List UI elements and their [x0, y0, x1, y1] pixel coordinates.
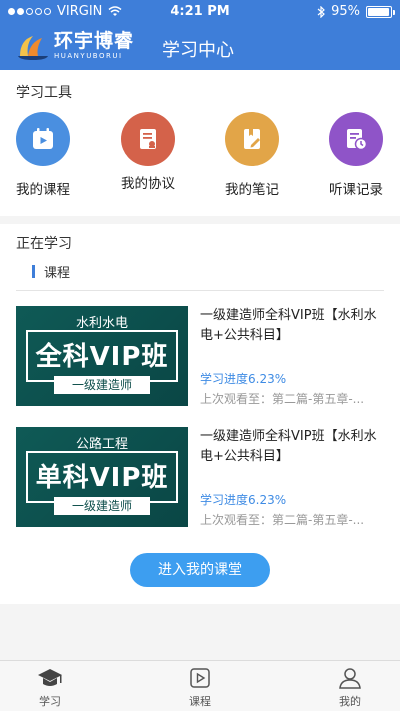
tab-courses[interactable]: 课程 [32, 262, 70, 281]
currently-learning-title: 正在学习 [16, 236, 72, 252]
course-progress: 学习进度6.23% [200, 493, 287, 507]
course-card[interactable]: 水利水电 全科VIP班 一级建造师 一级建造师全科VIP班【水利水电+公共科目】… [16, 306, 384, 406]
course-thumbnail: 公路工程 单科VIP班 一级建造师 [16, 427, 188, 527]
brand-name-en: HUANYUBORUI [54, 52, 123, 60]
course-name: 一级建造师全科VIP班【水利水电+公共科目】 [200, 308, 377, 343]
record-clock-icon [329, 112, 383, 166]
tool-my-courses[interactable]: 我的课程 [3, 112, 83, 198]
tab-label: 我的 [339, 695, 361, 708]
top-bar: VIRGIN 4:21 PM 95% 环宇博睿 HUANYUBORUI 学习中心 [0, 0, 400, 70]
battery-icon [366, 5, 395, 18]
tab-course[interactable]: 课程 [150, 661, 250, 711]
bottom-tab-bar: 学习 课程 我的 [0, 660, 400, 711]
tab-label: 学习 [39, 695, 61, 708]
tab-mine[interactable]: 我的 [300, 661, 400, 711]
course-card[interactable]: 公路工程 单科VIP班 一级建造师 一级建造师全科VIP班【水利水电+公共科目】… [16, 427, 384, 527]
thumb-category: 水利水电 [75, 316, 128, 331]
tool-label: 我的笔记 [225, 182, 279, 198]
tab-label: 课程 [189, 695, 211, 708]
tool-label: 听课记录 [329, 182, 383, 198]
course-name: 一级建造师全科VIP班【水利水电+公共科目】 [200, 429, 377, 464]
tool-label: 我的协议 [121, 176, 175, 192]
thumb-title: 全科VIP班 [35, 342, 169, 372]
play-calendar-icon [16, 112, 70, 166]
course-progress: 学习进度6.23% [200, 372, 287, 386]
currently-learning-section: 正在学习 课程 水利水电 全科VIP班 一级建造师 一级建造师全科VIP班【水利… [0, 224, 400, 604]
course-last-watched: 上次观看至：第二篇-第五章-... [200, 392, 365, 406]
tab-study[interactable]: 学习 [0, 661, 100, 711]
thumb-level: 一级建造师 [54, 376, 150, 394]
tool-my-notes[interactable]: 我的笔记 [212, 112, 292, 198]
brand-logo: 环宇博睿 HUANYUBORUI [16, 30, 134, 62]
user-icon [339, 668, 361, 689]
page-title: 学习中心 [162, 40, 234, 61]
course-info: 一级建造师全科VIP班【水利水电+公共科目】 学习进度6.23% 上次观看至：第… [200, 427, 384, 527]
thumb-level: 一级建造师 [54, 497, 150, 515]
thumb-category: 公路工程 [75, 437, 128, 452]
divider [16, 290, 384, 291]
battery-percent: 95% [331, 4, 360, 19]
course-last-watched: 上次观看至：第二篇-第五章-... [200, 513, 365, 527]
notebook-pen-icon [225, 112, 279, 166]
graduation-cap-icon [38, 669, 62, 686]
brand-name: 环宇博睿 [54, 30, 135, 52]
nav-bar: 环宇博睿 HUANYUBORUI 学习中心 [0, 26, 400, 68]
enter-my-classroom-button[interactable]: 进入我的课堂 [130, 553, 270, 587]
tab-courses-label: 课程 [44, 266, 71, 281]
status-bar: VIRGIN 4:21 PM 95% [0, 0, 400, 24]
bluetooth-icon [317, 5, 325, 18]
learning-tools-section: 学习工具 我的课程 我的协议 我的笔记 听课记录 [0, 70, 400, 216]
tool-my-agreements[interactable]: 我的协议 [108, 112, 188, 192]
brand-logo-icon [18, 36, 48, 60]
learning-tools-title: 学习工具 [16, 85, 72, 101]
course-info: 一级建造师全科VIP班【水利水电+公共科目】 学习进度6.23% 上次观看至：第… [200, 306, 384, 406]
agreement-icon [121, 112, 175, 166]
tool-label: 我的课程 [16, 182, 70, 198]
tab-indicator [32, 265, 35, 278]
play-card-icon [190, 668, 210, 688]
tool-listening-records[interactable]: 听课记录 [316, 112, 396, 198]
thumb-title: 单科VIP班 [35, 463, 169, 493]
course-thumbnail: 水利水电 全科VIP班 一级建造师 [16, 306, 188, 406]
